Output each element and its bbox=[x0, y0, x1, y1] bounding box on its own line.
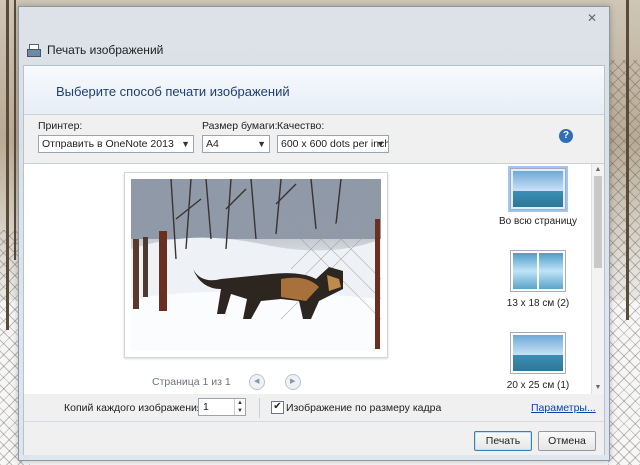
page-navigator: Страница 1 из 1 ◀ ▶ bbox=[152, 374, 352, 390]
layout-thumbnail bbox=[510, 332, 566, 374]
page-indicator: Страница 1 из 1 bbox=[152, 376, 231, 388]
fit-to-frame-checkbox[interactable]: ✔ bbox=[271, 401, 284, 414]
chevron-down-icon: ▼ bbox=[376, 139, 385, 149]
dialog-footer: Печать Отмена bbox=[24, 421, 604, 455]
printer-label: Принтер: bbox=[38, 120, 83, 132]
quality-field: Качество: 600 x 600 dots per inch ▼ bbox=[277, 120, 389, 153]
previous-page-button[interactable]: ◀ bbox=[248, 374, 265, 390]
chevron-down-icon: ▼ bbox=[181, 139, 190, 149]
quality-value: 600 x 600 dots per inch bbox=[281, 138, 389, 150]
layout-caption: Во всю страницу bbox=[498, 216, 578, 227]
background-fence-right bbox=[608, 60, 640, 465]
layout-20x25[interactable]: 20 x 25 см (1) bbox=[490, 332, 586, 391]
quality-select[interactable]: 600 x 600 dots per inch ▼ bbox=[277, 135, 389, 153]
window-title: Печать изображений bbox=[47, 43, 164, 57]
layout-13x18[interactable]: 13 x 18 см (2) bbox=[490, 250, 586, 309]
close-button[interactable]: ✕ bbox=[581, 9, 603, 27]
layout-scrollbar[interactable]: ▲ ▼ bbox=[591, 164, 604, 394]
scroll-down-icon[interactable]: ▼ bbox=[592, 382, 604, 394]
paper-size-select[interactable]: A4 ▼ bbox=[202, 135, 270, 153]
scrollbar-thumb[interactable] bbox=[594, 176, 602, 268]
stepper-buttons: ▲ ▼ bbox=[234, 399, 245, 415]
copies-stepper[interactable]: 1 ▲ ▼ bbox=[198, 398, 246, 416]
background-tree bbox=[6, 0, 9, 330]
dialog-client: Выберите способ печати изображений Принт… bbox=[23, 65, 605, 455]
decrement-icon[interactable]: ▼ bbox=[235, 407, 245, 415]
preview-pane: Страница 1 из 1 ◀ ▶ bbox=[24, 163, 485, 394]
title-bar: Печать изображений bbox=[27, 40, 163, 60]
printer-field: Принтер: Отправить в OneNote 2013 ▼ bbox=[38, 120, 194, 153]
divider bbox=[259, 398, 260, 418]
layout-caption: 13 x 18 см (2) bbox=[506, 298, 570, 309]
page-heading: Выберите способ печати изображений bbox=[56, 84, 290, 99]
printer-icon bbox=[27, 43, 41, 57]
chevron-down-icon: ▼ bbox=[257, 139, 266, 149]
scroll-up-icon[interactable]: ▲ bbox=[592, 164, 604, 176]
options-link[interactable]: Параметры... bbox=[531, 402, 596, 414]
layout-full-page[interactable]: Во всю страницу bbox=[490, 166, 586, 227]
next-page-button[interactable]: ▶ bbox=[284, 374, 301, 390]
increment-icon[interactable]: ▲ bbox=[235, 399, 245, 407]
fit-to-frame-label: Изображение по размеру кадра bbox=[286, 402, 442, 414]
background-tree bbox=[14, 0, 16, 260]
cancel-button[interactable]: Отмена bbox=[538, 431, 596, 451]
header-band: Выберите способ печати изображений bbox=[24, 66, 604, 115]
paper-size-label: Размер бумаги: bbox=[202, 120, 278, 132]
background-tree bbox=[626, 0, 629, 320]
layout-caption: 20 x 25 см (1) bbox=[506, 380, 570, 391]
help-icon[interactable]: ? bbox=[559, 129, 573, 143]
paper-size-value: A4 bbox=[206, 138, 219, 150]
print-pictures-dialog: ✕ Печать изображений Выберите способ печ… bbox=[18, 6, 610, 461]
layout-list: Во всю страницу 13 x 18 см (2) 20 x 25 с… bbox=[484, 163, 604, 394]
quality-label: Качество: bbox=[277, 120, 325, 132]
copies-value: 1 bbox=[203, 401, 209, 413]
print-button[interactable]: Печать bbox=[474, 431, 532, 451]
copies-label: Копий каждого изображения: bbox=[64, 402, 206, 414]
layout-thumbnail bbox=[510, 250, 566, 292]
photo-preview-frame bbox=[124, 172, 388, 358]
paper-size-field: Размер бумаги: A4 ▼ bbox=[202, 120, 278, 153]
photo-illustration bbox=[131, 179, 381, 351]
dog-in-snow-photo bbox=[131, 179, 381, 351]
printer-value: Отправить в OneNote 2013 bbox=[42, 138, 174, 150]
options-row: Копий каждого изображения: 1 ▲ ▼ ✔ Изобр… bbox=[24, 395, 604, 421]
print-settings-row: Принтер: Отправить в OneNote 2013 ▼ Разм… bbox=[24, 120, 604, 158]
printer-select[interactable]: Отправить в OneNote 2013 ▼ bbox=[38, 135, 194, 153]
layout-thumbnail bbox=[508, 166, 568, 212]
